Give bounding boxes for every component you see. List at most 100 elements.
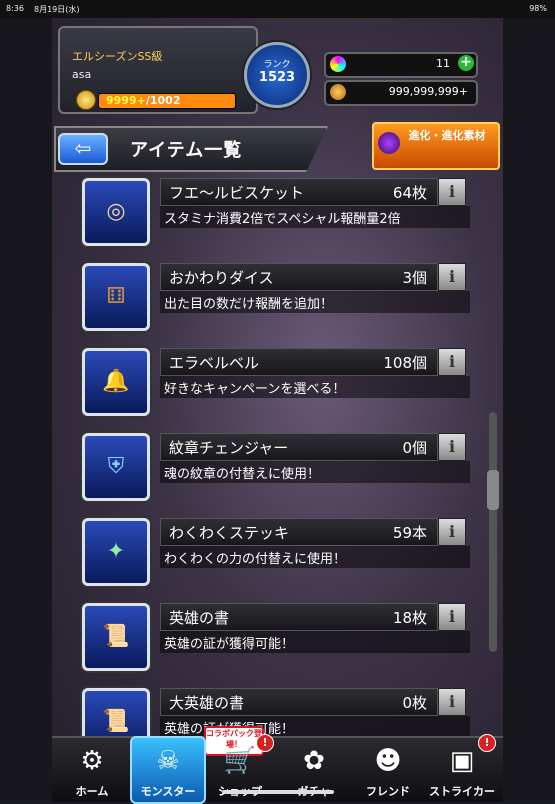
item-icon: ✦ (106, 539, 126, 564)
nav-label: フレンド (366, 785, 410, 798)
nav-label: モンスター (140, 785, 196, 798)
item-description: 出た目の数だけ報酬を追加！ (164, 297, 334, 312)
nav-home[interactable]: ⚙ ホーム (56, 738, 128, 802)
evolution-materials-button[interactable]: 進化・進化素材 (372, 122, 500, 170)
item-name-bar: 英雄の書 18枚 (160, 603, 438, 631)
item-name-bar: 大英雄の書 0枚 (160, 688, 438, 716)
item-info-button[interactable]: i (438, 603, 466, 631)
item-info-button[interactable]: i (438, 688, 466, 716)
nav-friends[interactable]: ☻ フレンド (352, 738, 424, 802)
item-name-bar: フエ〜ルビスケット 64枚 (160, 178, 438, 206)
stamina-text: 9999+/1002 (106, 94, 180, 107)
scrollbar-thumb[interactable] (487, 470, 499, 510)
item-description: 魂の紋章の付替えに使用！ (164, 467, 321, 482)
item-info-button[interactable]: i (438, 433, 466, 461)
item-count: 3個 (402, 269, 427, 287)
scrollbar-track[interactable] (489, 412, 497, 652)
item-info-button[interactable]: i (438, 518, 466, 546)
item-count: 0個 (402, 439, 427, 457)
item-description-bar: 魂の紋章の付替えに使用！ (160, 461, 470, 483)
right-letterbox (503, 18, 555, 800)
gold-count: 999,999,999+ (388, 85, 468, 98)
item-icon-frame[interactable]: 🔔 (82, 348, 150, 416)
nav-label: ホーム (75, 785, 109, 798)
item-name: わくわくステッキ (169, 524, 290, 542)
item-icon: 🔔 (102, 369, 130, 394)
gold-counter: 999,999,999+ (324, 80, 478, 106)
item-name-bar: わくわくステッキ 59本 (160, 518, 438, 546)
rank-number: 1523 (258, 70, 296, 85)
orb-counter: 11 + (324, 52, 478, 78)
item-row[interactable]: ⛨ 紋章チェンジャー 0個 i 魂の紋章の付替えに使用！ (82, 433, 482, 513)
item-icon: ◎ (106, 199, 126, 224)
gacha-icon: ✿ (303, 746, 325, 776)
evolution-materials-label: 進化・進化素材 (408, 129, 486, 142)
rank-badge[interactable]: ランク 1523 (244, 42, 310, 108)
home-icon: ⚙ (80, 746, 104, 776)
item-info-button[interactable]: i (438, 348, 466, 376)
nav-monster[interactable]: ☠ モンスター (130, 736, 206, 804)
item-count: 64枚 (392, 184, 427, 202)
item-icon-frame[interactable]: ⚅ (82, 263, 150, 331)
item-icon: ⚅ (106, 284, 126, 309)
item-icon-frame[interactable]: ◎ (82, 178, 150, 246)
item-description: 好きなキャンペーンを選べる！ (164, 382, 346, 397)
striker-icon: ▣ (449, 746, 475, 776)
item-info-button[interactable]: i (438, 263, 466, 291)
rank-label: ランク (263, 60, 291, 70)
item-row[interactable]: ⚅ おかわりダイス 3個 i 出た目の数だけ報酬を追加！ (82, 263, 482, 343)
item-description-bar: わくわくの力の付替えに使用！ (160, 546, 470, 568)
evolution-orb-icon (378, 132, 400, 154)
item-info-button[interactable]: i (438, 178, 466, 206)
date: 8月19日(水) (34, 5, 80, 14)
item-description-bar: 英雄の証が獲得可能！ (160, 631, 470, 653)
item-description-bar: スタミナ消費2倍でスペシャル報酬量2倍 (160, 206, 470, 228)
item-row[interactable]: 🔔 エラベルベル 108個 i 好きなキャンペーンを選べる！ (82, 348, 482, 428)
home-indicator[interactable] (222, 790, 334, 794)
item-name: 紋章チェンジャー (169, 439, 289, 457)
alert-badge: ! (478, 734, 496, 752)
orb-count: 11 (436, 57, 450, 70)
clock: 8:36 (6, 4, 24, 13)
system-status-bar: 8:36 8月19日(水) 98% (0, 0, 555, 18)
left-letterbox (0, 18, 52, 800)
gold-coin-icon (330, 84, 346, 100)
add-orbs-button[interactable]: + (458, 55, 474, 71)
item-name: 大英雄の書 (169, 694, 245, 712)
cart-icon: 🛒 (223, 746, 257, 776)
item-name: フエ〜ルビスケット (169, 184, 305, 202)
item-icon-frame[interactable]: 📜 (82, 603, 150, 671)
alert-badge: ! (256, 734, 274, 752)
item-description: 英雄の証が獲得可能！ (164, 637, 295, 652)
item-icon-frame[interactable]: ⛨ (82, 433, 150, 501)
nav-label: ストライカー (429, 785, 495, 798)
friends-icon: ☻ (374, 746, 402, 776)
item-icon: ⛨ (107, 454, 125, 479)
item-icon-frame[interactable]: ✦ (82, 518, 150, 586)
season-label: エルシーズンSS級 (72, 50, 163, 63)
item-name: おかわりダイス (169, 269, 274, 287)
item-description: スタミナ消費2倍でスペシャル報酬量2倍 (164, 212, 401, 227)
item-icon: 📜 (102, 624, 130, 649)
item-row[interactable]: 📜 英雄の書 18枚 i 英雄の証が獲得可能！ (82, 603, 482, 683)
stamina-value: 9999+ (106, 94, 146, 107)
item-row[interactable]: ◎ フエ〜ルビスケット 64枚 i スタミナ消費2倍でスペシャル報酬量2倍 (82, 178, 482, 258)
item-name: 英雄の書 (169, 609, 230, 627)
item-count: 59本 (392, 524, 427, 542)
item-name-bar: エラベルベル 108個 (160, 348, 438, 376)
page-title: アイテム一覧 (130, 140, 243, 161)
item-name-bar: 紋章チェンジャー 0個 (160, 433, 438, 461)
item-description: わくわくの力の付替えに使用！ (164, 552, 347, 567)
item-description-bar: 好きなキャンペーンを選べる！ (160, 376, 470, 398)
item-row[interactable]: ✦ わくわくステッキ 59本 i わくわくの力の付替えに使用！ (82, 518, 482, 598)
item-description-bar: 出た目の数だけ報酬を追加！ (160, 291, 470, 313)
back-button[interactable]: ⇦ (58, 133, 108, 165)
battery-level: 98% (529, 4, 547, 13)
orb-icon (330, 56, 346, 72)
item-count: 108個 (383, 354, 427, 372)
item-name: エラベルベル (169, 354, 260, 372)
stamina-icon (76, 90, 96, 110)
username: asa (72, 68, 92, 81)
monster-icon: ☠ (156, 746, 180, 776)
item-name-bar: おかわりダイス 3個 (160, 263, 438, 291)
